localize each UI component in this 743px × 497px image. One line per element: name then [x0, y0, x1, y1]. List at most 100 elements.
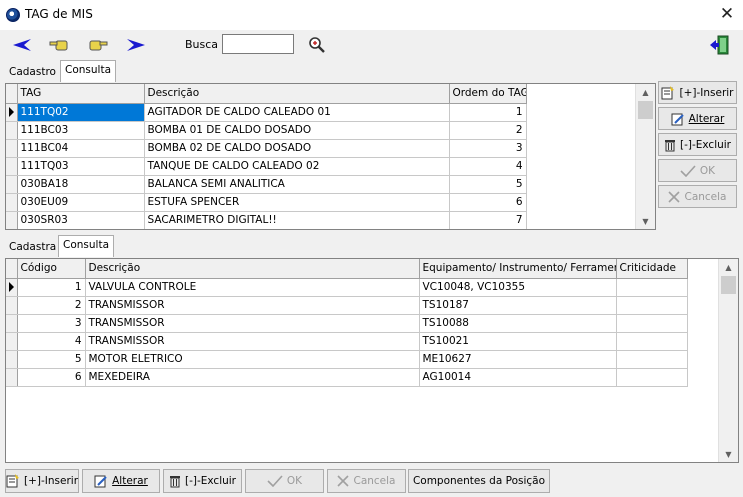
cell-criticidade[interactable] — [616, 314, 688, 333]
cell-descricao[interactable]: TRANSMISSOR — [85, 296, 420, 315]
cell-equipamento[interactable]: TS10187 — [419, 296, 617, 315]
tab-consulta-bottom[interactable]: Consulta — [58, 235, 115, 257]
bottom-insert-button[interactable]: [+]-Inserir — [5, 469, 79, 493]
cell-equipamento[interactable]: ME10627 — [419, 350, 617, 369]
cell-equipamento[interactable]: TS10088 — [419, 314, 617, 333]
cell-criticidade[interactable] — [616, 278, 688, 297]
table-row[interactable]: 111TQ03 TANQUE DE CALDO CALEADO 02 4 — [6, 157, 527, 176]
scroll-down-icon[interactable]: ▼ — [636, 213, 655, 229]
edit-button[interactable]: Alterar — [658, 107, 737, 130]
cell-descricao[interactable]: TRANSMISSOR — [85, 314, 420, 333]
bottom-ok-button[interactable]: OK — [245, 469, 324, 493]
table-row[interactable]: 4 TRANSMISSOR TS10021 — [6, 332, 688, 351]
row-indicator — [6, 368, 18, 387]
table-row[interactable]: 030BA18 BALANCA SEMI ANALITICA 5 — [6, 175, 527, 194]
cell-tag[interactable]: 111BC04 — [17, 139, 145, 158]
hand-left-icon[interactable] — [47, 33, 71, 57]
cell-ordem[interactable]: 3 — [449, 139, 527, 158]
column-header-descricao[interactable]: Descrição — [85, 259, 420, 279]
bottom-edit-button[interactable]: Alterar — [82, 469, 160, 493]
column-header-criticidade[interactable]: Criticidade — [616, 259, 688, 279]
cell-descricao[interactable]: TANQUE DE CALDO CALEADO 02 — [144, 157, 450, 176]
cell-descricao[interactable]: BOMBA 02 DE CALDO DOSADO — [144, 139, 450, 158]
cell-codigo[interactable]: 5 — [17, 350, 86, 369]
scroll-up-icon[interactable]: ▲ — [719, 259, 738, 275]
delete-button[interactable]: [-]-Excluir — [658, 133, 737, 156]
table-row[interactable]: 030EU09 ESTUFA SPENCER 6 — [6, 193, 527, 212]
cell-ordem[interactable]: 2 — [449, 121, 527, 140]
arrow-right-icon[interactable] — [124, 33, 148, 57]
table-row[interactable]: 111BC04 BOMBA 02 DE CALDO DOSADO 3 — [6, 139, 527, 158]
cell-descricao[interactable]: AGITADOR DE CALDO CALEADO 01 — [144, 103, 450, 122]
cell-equipamento[interactable]: TS10021 — [419, 332, 617, 351]
scroll-thumb[interactable] — [638, 101, 653, 119]
cell-tag[interactable]: 030EU09 — [17, 193, 145, 212]
table-row[interactable]: 111BC03 BOMBA 01 DE CALDO DOSADO 2 — [6, 121, 527, 140]
table-row[interactable]: 111TQ02 AGITADOR DE CALDO CALEADO 01 1 — [6, 103, 527, 122]
hand-right-icon[interactable] — [86, 33, 110, 57]
arrow-left-icon[interactable] — [10, 33, 34, 57]
cell-criticidade[interactable] — [616, 332, 688, 351]
cell-equipamento[interactable]: AG10014 — [419, 368, 617, 387]
tag-grid[interactable]: TAG Descrição Ordem do TAG 111TQ02 AGITA… — [5, 83, 656, 230]
cell-codigo[interactable]: 1 — [17, 278, 86, 297]
cell-tag[interactable]: 111TQ03 — [17, 157, 145, 176]
cell-tag[interactable]: 030SR03 — [17, 211, 145, 229]
cell-criticidade[interactable] — [616, 350, 688, 369]
cell-descricao[interactable]: BALANCA SEMI ANALITICA — [144, 175, 450, 194]
cell-descricao[interactable]: MOTOR ELETRICO — [85, 350, 420, 369]
bottom-cancel-button[interactable]: Cancela — [327, 469, 406, 493]
table-row[interactable]: 030SR03 SACARIMETRO DIGITAL!! 7 — [6, 211, 527, 229]
cell-codigo[interactable]: 3 — [17, 314, 86, 333]
cell-codigo[interactable]: 2 — [17, 296, 86, 315]
cell-ordem[interactable]: 4 — [449, 157, 527, 176]
bottom-delete-button[interactable]: [-]-Excluir — [163, 469, 242, 493]
components-grid-header: Código Descrição Equipamento/ Instrument… — [6, 259, 688, 279]
cell-descricao[interactable]: VALVULA CONTROLE — [85, 278, 420, 297]
cell-ordem[interactable]: 6 — [449, 193, 527, 212]
cell-equipamento[interactable]: VC10048, VC10355 — [419, 278, 617, 297]
tag-grid-scrollbar[interactable]: ▲ ▼ — [635, 84, 655, 229]
components-button[interactable]: Componentes da Posição — [408, 469, 550, 493]
tab-consulta[interactable]: Consulta — [60, 60, 117, 82]
column-header-tag[interactable]: TAG — [17, 84, 145, 104]
cell-descricao[interactable]: ESTUFA SPENCER — [144, 193, 450, 212]
components-grid[interactable]: Código Descrição Equipamento/ Instrument… — [5, 258, 739, 463]
cell-criticidade[interactable] — [616, 296, 688, 315]
table-row[interactable]: 2 TRANSMISSOR TS10187 — [6, 296, 688, 315]
table-row[interactable]: 3 TRANSMISSOR TS10088 — [6, 314, 688, 333]
scroll-thumb[interactable] — [721, 276, 736, 294]
cell-ordem[interactable]: 5 — [449, 175, 527, 194]
components-grid-scrollbar[interactable]: ▲ ▼ — [718, 259, 738, 462]
table-row[interactable]: 1 VALVULA CONTROLE VC10048, VC10355 — [6, 278, 688, 297]
scroll-down-icon[interactable]: ▼ — [719, 446, 738, 462]
cell-descricao[interactable]: BOMBA 01 DE CALDO DOSADO — [144, 121, 450, 140]
cell-tag[interactable]: 030BA18 — [17, 175, 145, 194]
cell-descricao[interactable]: TRANSMISSOR — [85, 332, 420, 351]
cell-tag[interactable]: 111BC03 — [17, 121, 145, 140]
cancel-button[interactable]: Cancela — [658, 185, 737, 208]
exit-door-icon[interactable] — [708, 33, 732, 57]
table-row[interactable]: 5 MOTOR ELETRICO ME10627 — [6, 350, 688, 369]
cell-descricao[interactable]: MEXEDEIRA — [85, 368, 420, 387]
column-header-codigo[interactable]: Código — [17, 259, 86, 279]
cell-codigo[interactable]: 4 — [17, 332, 86, 351]
column-header-ordem[interactable]: Ordem do TAG — [449, 84, 527, 104]
close-button[interactable]: ✕ — [716, 3, 738, 25]
tab-cadastra[interactable]: Cadastra — [4, 237, 61, 257]
table-row[interactable]: 6 MEXEDEIRA AG10014 — [6, 368, 688, 387]
cell-tag[interactable]: 111TQ02 — [17, 103, 145, 122]
cell-codigo[interactable]: 6 — [17, 368, 86, 387]
search-input[interactable] — [222, 34, 294, 54]
column-header-equipamento[interactable]: Equipamento/ Instrumento/ Ferramenta — [419, 259, 617, 279]
insert-button[interactable]: [+]-Inserir — [658, 81, 737, 104]
scroll-up-icon[interactable]: ▲ — [636, 84, 655, 100]
cell-criticidade[interactable] — [616, 368, 688, 387]
ok-button[interactable]: OK — [658, 159, 737, 182]
cell-descricao[interactable]: SACARIMETRO DIGITAL!! — [144, 211, 450, 229]
tab-cadastro[interactable]: Cadastro — [4, 62, 61, 82]
cell-ordem[interactable]: 7 — [449, 211, 527, 229]
magnifier-icon[interactable] — [305, 33, 329, 57]
column-header-descricao[interactable]: Descrição — [144, 84, 450, 104]
cell-ordem[interactable]: 1 — [449, 103, 527, 122]
